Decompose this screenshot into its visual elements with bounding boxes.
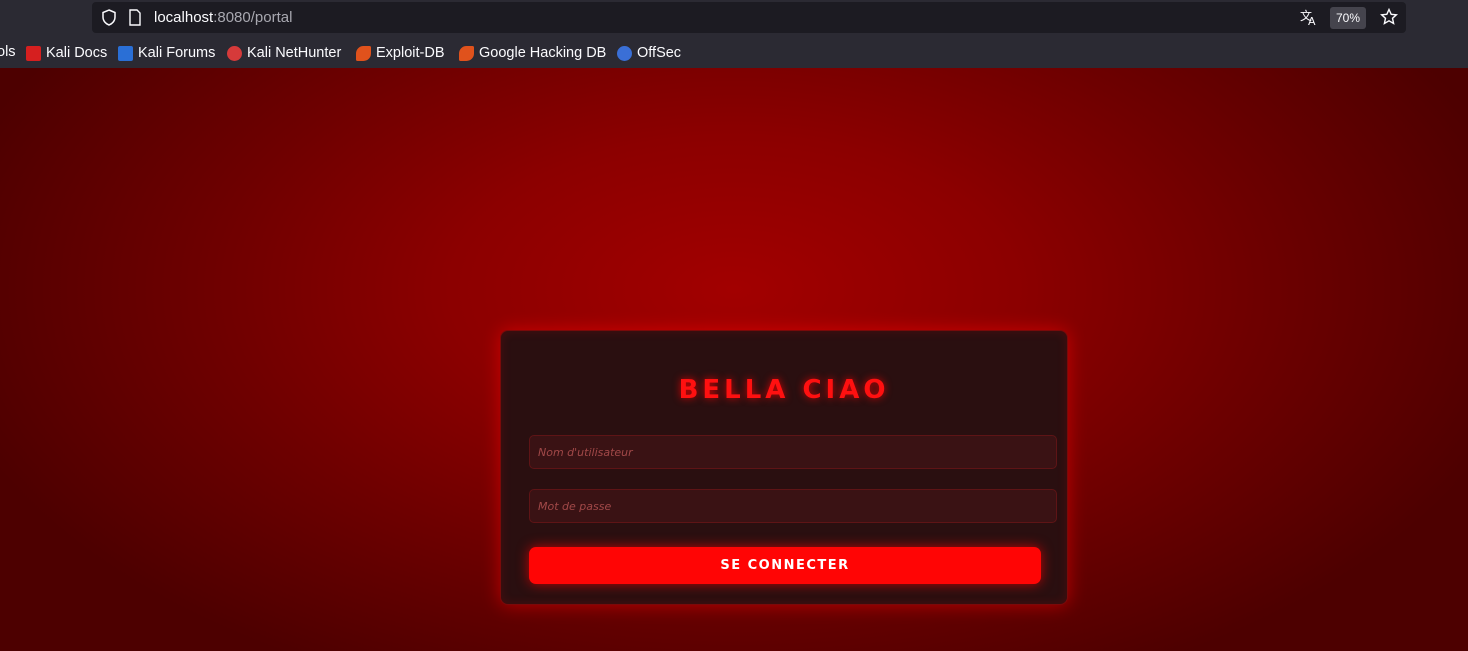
bookmark-kali-docs[interactable]: Kali Docs	[26, 42, 107, 64]
ghdb-icon	[459, 45, 474, 61]
bookmarks-toolbar: ols Kali Docs Kali Forums Kali NetHunter…	[0, 39, 1468, 67]
zoom-level-badge[interactable]: 70%	[1330, 7, 1367, 29]
bookmark-exploit-db[interactable]: Exploit-DB	[356, 42, 445, 64]
svg-text:A: A	[1308, 15, 1316, 26]
address-bar[interactable]: localhost:8080/portal 文A 70%	[92, 2, 1406, 33]
translate-icon[interactable]: 文A	[1300, 8, 1318, 30]
kali-nethunter-icon	[227, 45, 242, 61]
offsec-icon	[617, 45, 632, 61]
bookmark-google-hacking-db[interactable]: Google Hacking DB	[459, 42, 606, 64]
bookmark-label: Kali Docs	[46, 45, 108, 61]
bookmark-label: OffSec	[637, 45, 682, 61]
kali-docs-icon	[26, 45, 41, 61]
bookmark-kali-forums[interactable]: Kali Forums	[118, 42, 215, 64]
bookmark-label: Google Hacking DB	[479, 45, 607, 61]
bookmark-offsec[interactable]: OffSec	[617, 42, 681, 64]
url-host: localhost	[154, 9, 214, 26]
bookmark-label: Exploit-DB	[376, 45, 445, 61]
bookmark-label: Kali NetHunter	[247, 45, 342, 61]
bookmark-star-icon[interactable]	[1379, 7, 1399, 30]
login-title: BELLA CIAO	[678, 375, 890, 405]
login-button[interactable]: SE CONNECTER	[529, 547, 1041, 584]
login-card: BELLA CIAO SE CONNECTER	[500, 330, 1068, 605]
page-background: BELLA CIAO SE CONNECTER	[0, 68, 1468, 651]
password-input[interactable]	[529, 489, 1057, 523]
shield-icon[interactable]	[101, 9, 117, 30]
url-text[interactable]: localhost:8080/portal	[154, 9, 292, 26]
bookmark-partial[interactable]: ols	[0, 44, 16, 60]
page-icon	[128, 9, 142, 30]
bookmark-label: Kali Forums	[138, 45, 216, 61]
kali-forums-icon	[118, 45, 133, 61]
exploit-db-icon	[356, 45, 371, 61]
username-input[interactable]	[529, 435, 1057, 469]
bookmark-kali-nethunter[interactable]: Kali NetHunter	[227, 42, 341, 64]
url-path: :8080/portal	[213, 9, 293, 26]
browser-chrome: localhost:8080/portal 文A 70% ols Kali Do…	[0, 0, 1468, 68]
